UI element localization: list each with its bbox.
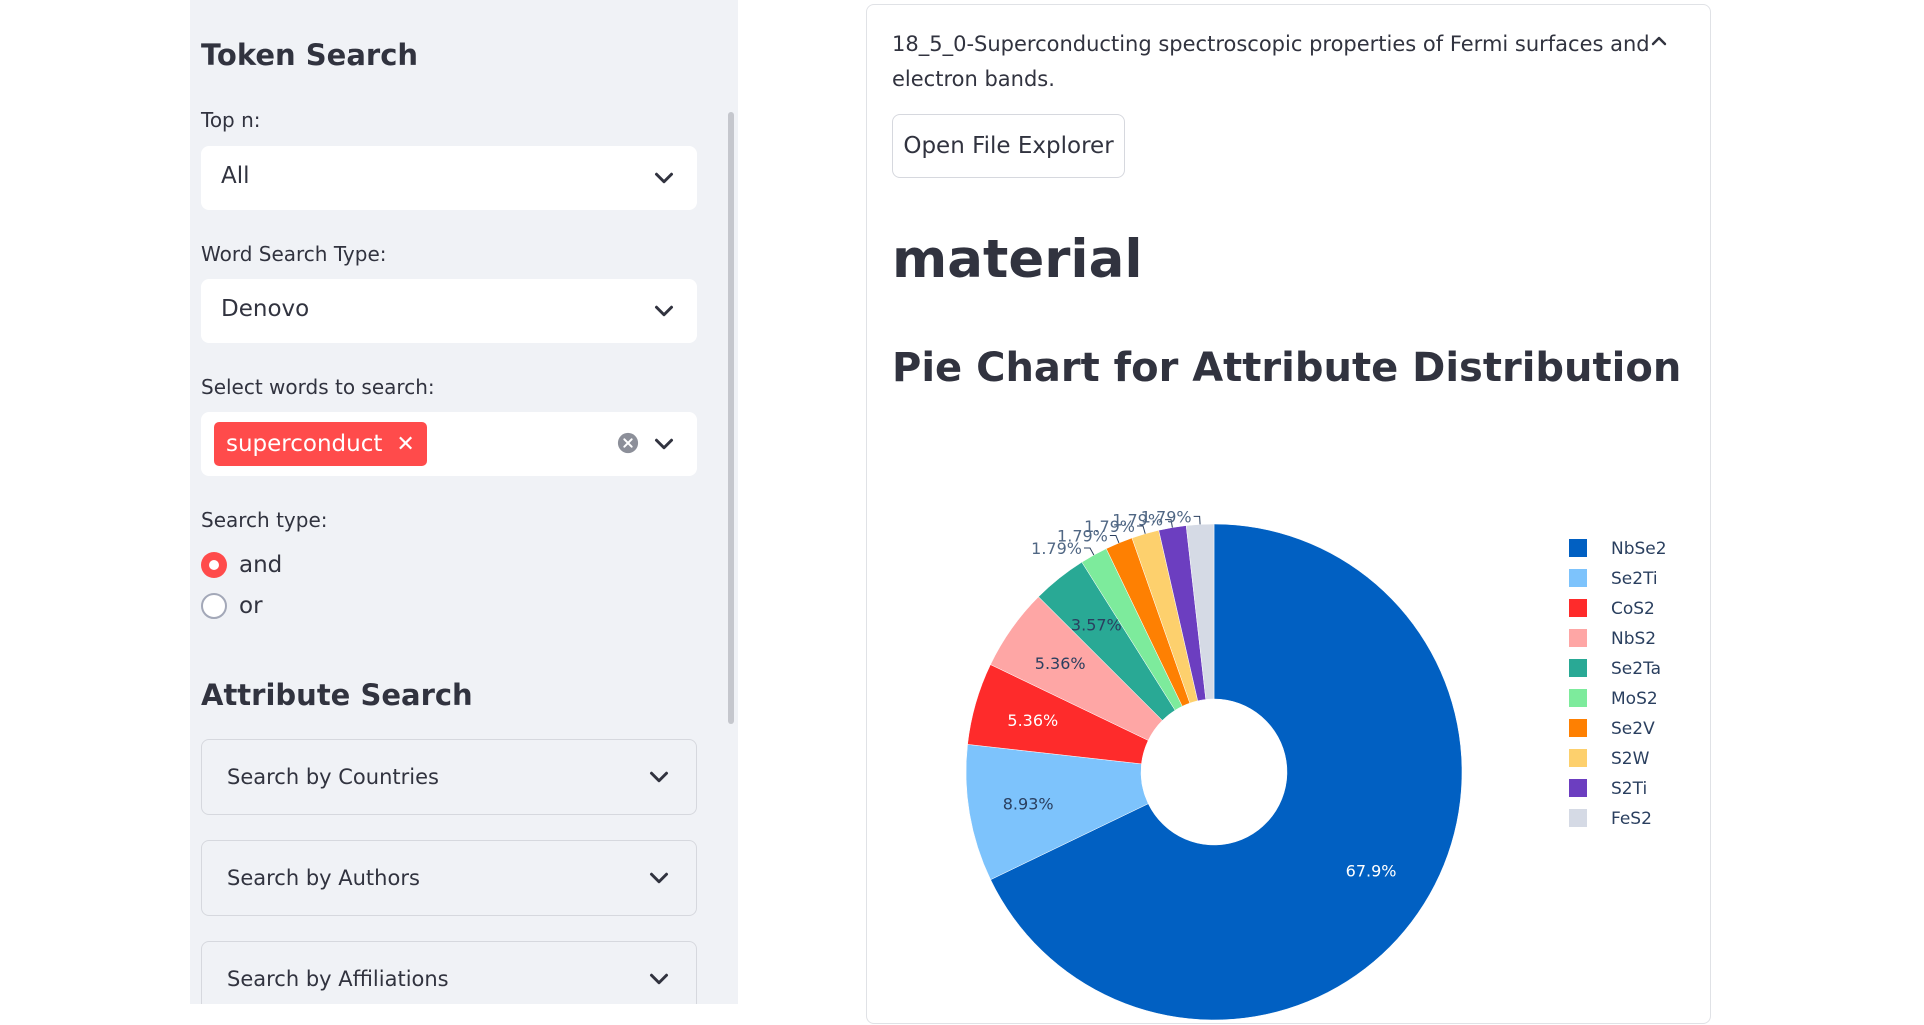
legend-label[interactable]: Se2Ti [1611, 569, 1658, 589]
chevron-down-icon [649, 296, 679, 326]
legend-label[interactable]: Se2V [1611, 719, 1655, 739]
radio-unselected-icon[interactable] [201, 593, 227, 619]
legend-label[interactable]: NbS2 [1611, 629, 1656, 649]
open-file-explorer-button[interactable]: Open File Explorer [892, 114, 1125, 178]
clear-all-icon[interactable] [617, 432, 639, 454]
legend-swatch[interactable] [1569, 719, 1587, 737]
expander-authors[interactable]: Search by Authors [201, 840, 697, 916]
legend-swatch[interactable] [1569, 599, 1587, 617]
token-search-heading: Token Search [201, 38, 419, 72]
legend-swatch[interactable] [1569, 569, 1587, 587]
word-search-type-label: Word Search Type: [201, 242, 387, 266]
legend-label[interactable]: S2Ti [1611, 779, 1647, 799]
legend-swatch[interactable] [1569, 749, 1587, 767]
pie-value-label: 1.79% [1141, 507, 1192, 526]
expander-title[interactable]: 18_5_0-Superconducting spectroscopic pro… [892, 27, 1652, 97]
pie-value-label: 8.93% [1003, 795, 1054, 814]
expander-affiliations-label: Search by Affiliations [227, 967, 449, 991]
expander-affiliations[interactable]: Search by Affiliations [201, 941, 697, 1004]
chevron-down-icon [644, 964, 674, 994]
radio-and[interactable]: and [201, 552, 282, 578]
remove-tag-icon[interactable]: ✕ [396, 432, 414, 457]
word-multiselect[interactable]: superconduct ✕ [201, 412, 697, 476]
top-n-value: All [221, 163, 250, 189]
pie-leader-line [1109, 535, 1120, 544]
top-n-select[interactable]: All [201, 146, 697, 210]
pie-leader-line [1193, 515, 1201, 525]
chevron-down-icon [644, 762, 674, 792]
chevron-down-icon [649, 163, 679, 193]
pie-chart: 67.9%8.93%5.36%5.36%3.57%1.79%1.79%1.79%… [965, 507, 1667, 1021]
legend-label[interactable]: NbSe2 [1611, 539, 1667, 559]
pie-leader-line [1083, 547, 1095, 556]
sidebar-scrollbar[interactable] [728, 112, 734, 724]
legend-swatch[interactable] [1569, 659, 1587, 677]
pie-value-label: 67.9% [1346, 862, 1397, 881]
tag-label: superconduct [226, 431, 383, 457]
legend-swatch[interactable] [1569, 539, 1587, 557]
file-expander: 18_5_0-Superconducting spectroscopic pro… [866, 4, 1711, 1024]
expander-countries[interactable]: Search by Countries [201, 739, 697, 815]
pie-value-label: 3.57% [1071, 616, 1122, 635]
pie-value-label: 5.36% [1007, 711, 1058, 730]
legend-swatch[interactable] [1569, 629, 1587, 647]
word-search-type-select[interactable]: Denovo [201, 279, 697, 343]
radio-or[interactable]: or [201, 593, 263, 619]
expander-countries-label: Search by Countries [227, 765, 439, 789]
search-type-label: Search type: [201, 508, 328, 532]
select-words-label: Select words to search: [201, 375, 435, 399]
radio-or-label: or [239, 593, 263, 619]
chart-heading: Pie Chart for Attribute Distribution [892, 345, 1682, 391]
legend-swatch[interactable] [1569, 689, 1587, 707]
legend-label[interactable]: Se2Ta [1611, 659, 1661, 679]
radio-and-label: and [239, 552, 283, 578]
selected-word-tag[interactable]: superconduct ✕ [214, 422, 427, 466]
pie-value-label: 5.36% [1035, 654, 1086, 673]
page-heading: material [892, 229, 1143, 290]
chevron-up-icon[interactable] [1647, 29, 1671, 53]
legend-label[interactable]: FeS2 [1611, 809, 1652, 829]
top-n-label: Top n: [201, 108, 261, 132]
legend-label[interactable]: S2W [1611, 749, 1650, 769]
sidebar: Token Search Top n: All Word Search Type… [190, 0, 738, 1004]
legend-swatch[interactable] [1569, 779, 1587, 797]
chevron-down-icon [644, 863, 674, 893]
legend-label[interactable]: MoS2 [1611, 689, 1658, 709]
attribute-search-heading: Attribute Search [201, 678, 473, 712]
legend-swatch[interactable] [1569, 809, 1587, 827]
expander-authors-label: Search by Authors [227, 866, 420, 890]
legend-label[interactable]: CoS2 [1611, 599, 1655, 619]
chevron-down-icon[interactable] [649, 429, 679, 459]
word-search-type-value: Denovo [221, 296, 310, 322]
radio-selected-icon[interactable] [201, 552, 227, 578]
